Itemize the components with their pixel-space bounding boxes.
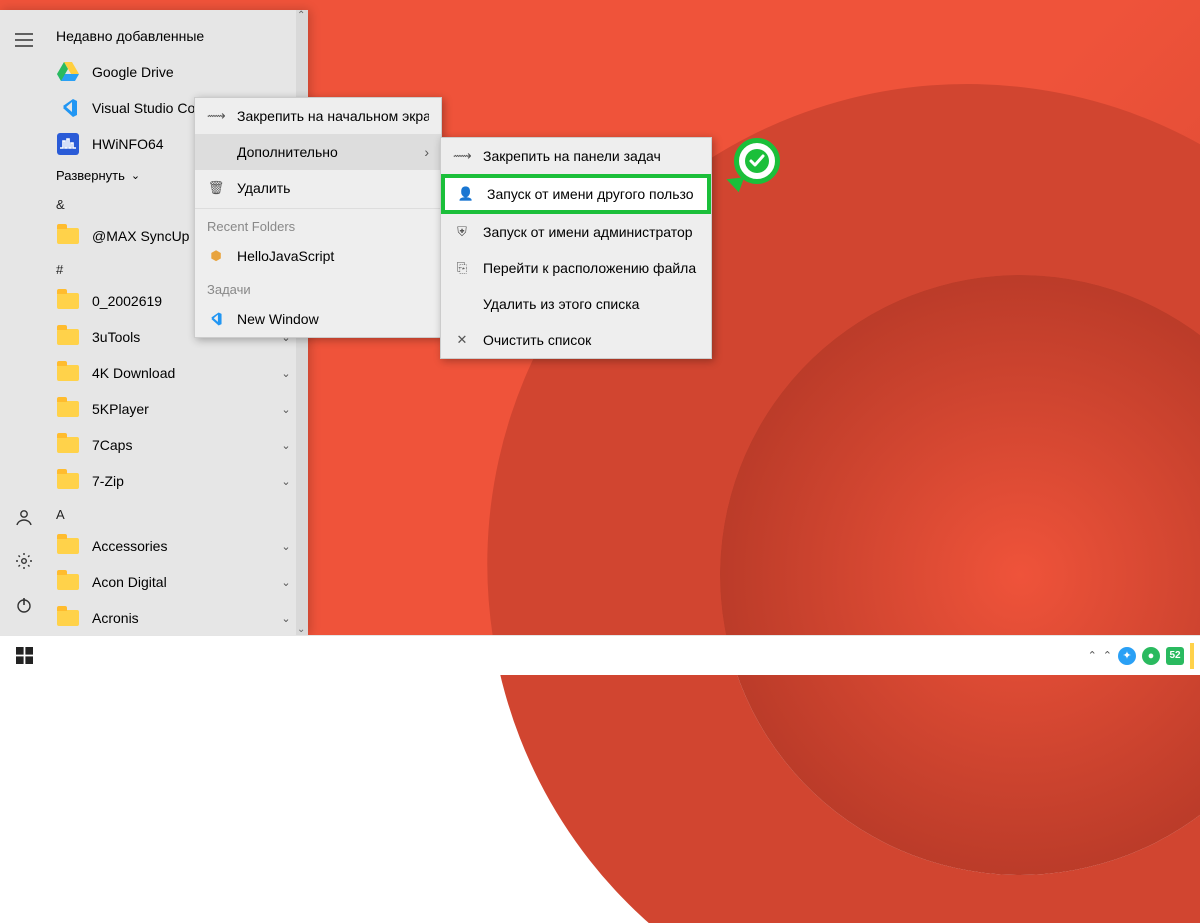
- power-icon[interactable]: [0, 583, 48, 627]
- context-menu-1: ⟿ Закрепить на начальном экране Дополнит…: [194, 97, 442, 338]
- folder-icon: [56, 570, 80, 594]
- pin-icon: ⟿: [453, 148, 471, 164]
- start-rail: [0, 10, 48, 635]
- hwinfo-icon: [56, 132, 80, 156]
- cm-recent-item[interactable]: ⬢ HelloJavaScript: [195, 238, 441, 274]
- start-button[interactable]: [0, 636, 48, 676]
- tray-overflow-icon[interactable]: ⌃: [1088, 649, 1097, 662]
- close-icon: ✕: [453, 332, 471, 348]
- hamburger-icon[interactable]: [0, 18, 48, 62]
- folder-icon: [56, 397, 80, 421]
- app-item[interactable]: 7-Zip⌄: [48, 463, 308, 499]
- taskbar: ⌃ ⌃ ✦ ● 52: [0, 635, 1200, 675]
- cm-task-item[interactable]: New Window: [195, 301, 441, 337]
- separator: [195, 208, 441, 209]
- user-icon[interactable]: [0, 495, 48, 539]
- cm-open-file-location[interactable]: ⎘ Перейти к расположению файла: [441, 250, 711, 286]
- cm-pin-start[interactable]: ⟿ Закрепить на начальном экране: [195, 98, 441, 134]
- js-icon: ⬢: [207, 248, 225, 264]
- cm-remove-from-list[interactable]: Удалить из этого списка: [441, 286, 711, 322]
- letter-header[interactable]: A: [48, 499, 308, 528]
- expand-label: Развернуть: [56, 168, 125, 183]
- tray-indicator: [1190, 643, 1194, 669]
- app-item[interactable]: Acronis⌄: [48, 600, 308, 635]
- recently-added-header: Недавно добавленные: [48, 18, 308, 54]
- shield-icon: ⛨: [453, 224, 471, 240]
- recent-folders-header: Recent Folders: [195, 211, 441, 238]
- folder-icon: [56, 224, 80, 248]
- user-icon: 👤: [457, 186, 475, 202]
- cm-run-as-admin[interactable]: ⛨ Запуск от имени администратор: [441, 214, 711, 250]
- cm-delete[interactable]: 🗑 Удалить: [195, 170, 441, 206]
- vscode-icon: [207, 311, 225, 327]
- app-item[interactable]: Acon Digital⌄: [48, 564, 308, 600]
- system-tray: ⌃ ⌃ ✦ ● 52: [1088, 643, 1200, 669]
- app-item[interactable]: Google Drive: [48, 54, 308, 90]
- folder-icon: [56, 534, 80, 558]
- gdrive-icon: [56, 60, 80, 84]
- cm-pin-taskbar[interactable]: ⟿ Закрепить на панели задач: [441, 138, 711, 174]
- app-item[interactable]: 4K Download⌄: [48, 355, 308, 391]
- tasks-header: Задачи: [195, 274, 441, 301]
- folder-icon: [56, 325, 80, 349]
- cm-run-as-other-user[interactable]: 👤 Запуск от имени другого пользо: [441, 174, 711, 214]
- app-item[interactable]: 5KPlayer⌄: [48, 391, 308, 427]
- chevron-down-icon: ⌄: [131, 169, 140, 182]
- pin-icon: ⟿: [207, 108, 225, 124]
- vscode-icon: [56, 96, 80, 120]
- app-item[interactable]: 7Caps⌄: [48, 427, 308, 463]
- folder-icon: [56, 289, 80, 313]
- cm-more[interactable]: Дополнительно ›: [195, 134, 441, 170]
- context-menu-2: ⟿ Закрепить на панели задач 👤 Запуск от …: [440, 137, 712, 359]
- trash-icon: 🗑: [207, 180, 225, 196]
- folder-icon: [56, 606, 80, 630]
- tray-badge[interactable]: 52: [1166, 647, 1184, 665]
- app-item[interactable]: Accessories⌄: [48, 528, 308, 564]
- tray-overflow-icon[interactable]: ⌃: [1103, 649, 1112, 662]
- chevron-right-icon: ›: [424, 144, 429, 160]
- tray-app-icon[interactable]: ●: [1142, 647, 1160, 665]
- annotation-callout: [724, 138, 780, 194]
- check-icon: [744, 148, 770, 174]
- file-icon: ⎘: [453, 260, 471, 276]
- folder-icon: [56, 361, 80, 385]
- app-label: Google Drive: [92, 64, 300, 80]
- folder-icon: [56, 469, 80, 493]
- tray-app-icon[interactable]: ✦: [1118, 647, 1136, 665]
- settings-icon[interactable]: [0, 539, 48, 583]
- cm-clear-list[interactable]: ✕ Очистить список: [441, 322, 711, 358]
- folder-icon: [56, 433, 80, 457]
